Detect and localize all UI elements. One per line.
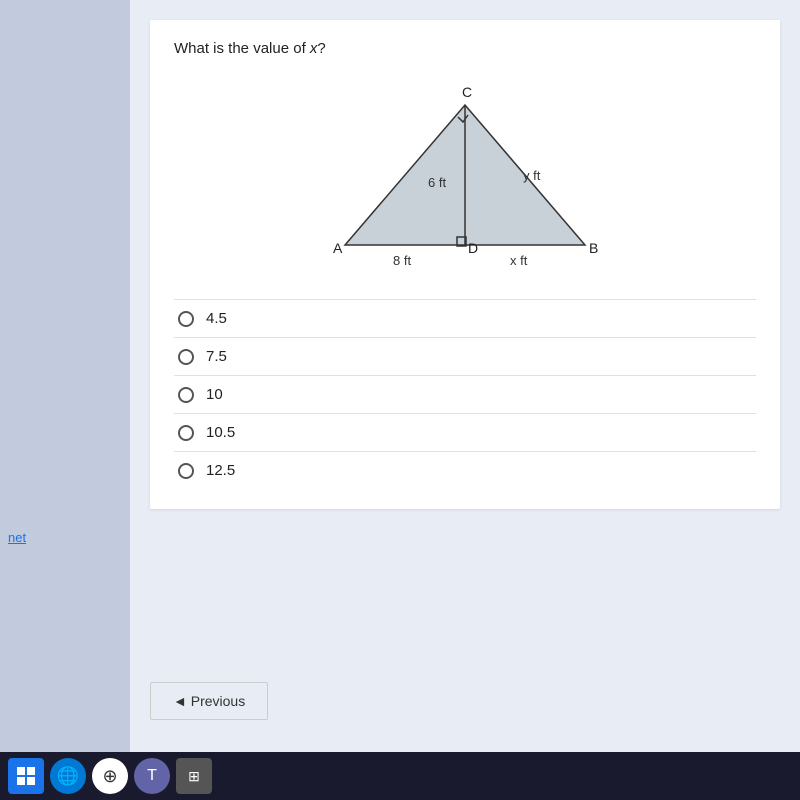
svg-text:A: A xyxy=(333,240,343,256)
svg-text:y ft: y ft xyxy=(523,168,541,183)
radio-3[interactable] xyxy=(178,387,194,403)
radio-2[interactable] xyxy=(178,349,194,365)
teams-icon[interactable]: T xyxy=(134,758,170,794)
radio-5[interactable] xyxy=(178,463,194,479)
question-card: What is the value of x? xyxy=(150,20,780,509)
option-item-2[interactable]: 7.5 xyxy=(174,337,756,375)
svg-text:D: D xyxy=(468,240,478,256)
edge-icon[interactable]: 🌐 xyxy=(50,758,86,794)
diagram-container: A B C D 8 ft x ft 6 ft y ft xyxy=(174,75,756,275)
option-item-3[interactable]: 10 xyxy=(174,375,756,413)
taskbar: 🌐 ⊕ T ⊞ xyxy=(0,752,800,800)
triangle-diagram: A B C D 8 ft x ft 6 ft y ft xyxy=(325,75,605,275)
radio-1[interactable] xyxy=(178,311,194,327)
svg-text:x ft: x ft xyxy=(510,253,528,268)
radio-4[interactable] xyxy=(178,425,194,441)
grid-icon[interactable]: ⊞ xyxy=(176,758,212,794)
question-text: What is the value of x? xyxy=(174,40,756,57)
svg-text:8 ft: 8 ft xyxy=(393,253,411,268)
option-item-4[interactable]: 10.5 xyxy=(174,413,756,451)
option-label-3: 10 xyxy=(206,386,223,403)
main-content: What is the value of x? xyxy=(130,0,800,752)
sidebar-left xyxy=(0,0,130,752)
option-label-1: 4.5 xyxy=(206,310,227,327)
question-prefix: What is the value of xyxy=(174,40,310,57)
chrome-icon[interactable]: ⊕ xyxy=(92,758,128,794)
option-item-5[interactable]: 12.5 xyxy=(174,451,756,489)
svg-text:6 ft: 6 ft xyxy=(428,175,446,190)
question-suffix: ? xyxy=(317,40,325,57)
windows-icon[interactable] xyxy=(8,758,44,794)
previous-button[interactable]: ◄ Previous xyxy=(150,682,268,720)
option-label-5: 12.5 xyxy=(206,462,235,479)
svg-text:C: C xyxy=(462,84,472,100)
options-list: 4.5 7.5 10 10.5 12.5 xyxy=(174,299,756,489)
net-link[interactable]: net xyxy=(8,530,26,545)
option-label-2: 7.5 xyxy=(206,348,227,365)
option-label-4: 10.5 xyxy=(206,424,235,441)
option-item-1[interactable]: 4.5 xyxy=(174,299,756,337)
svg-text:B: B xyxy=(589,240,598,256)
